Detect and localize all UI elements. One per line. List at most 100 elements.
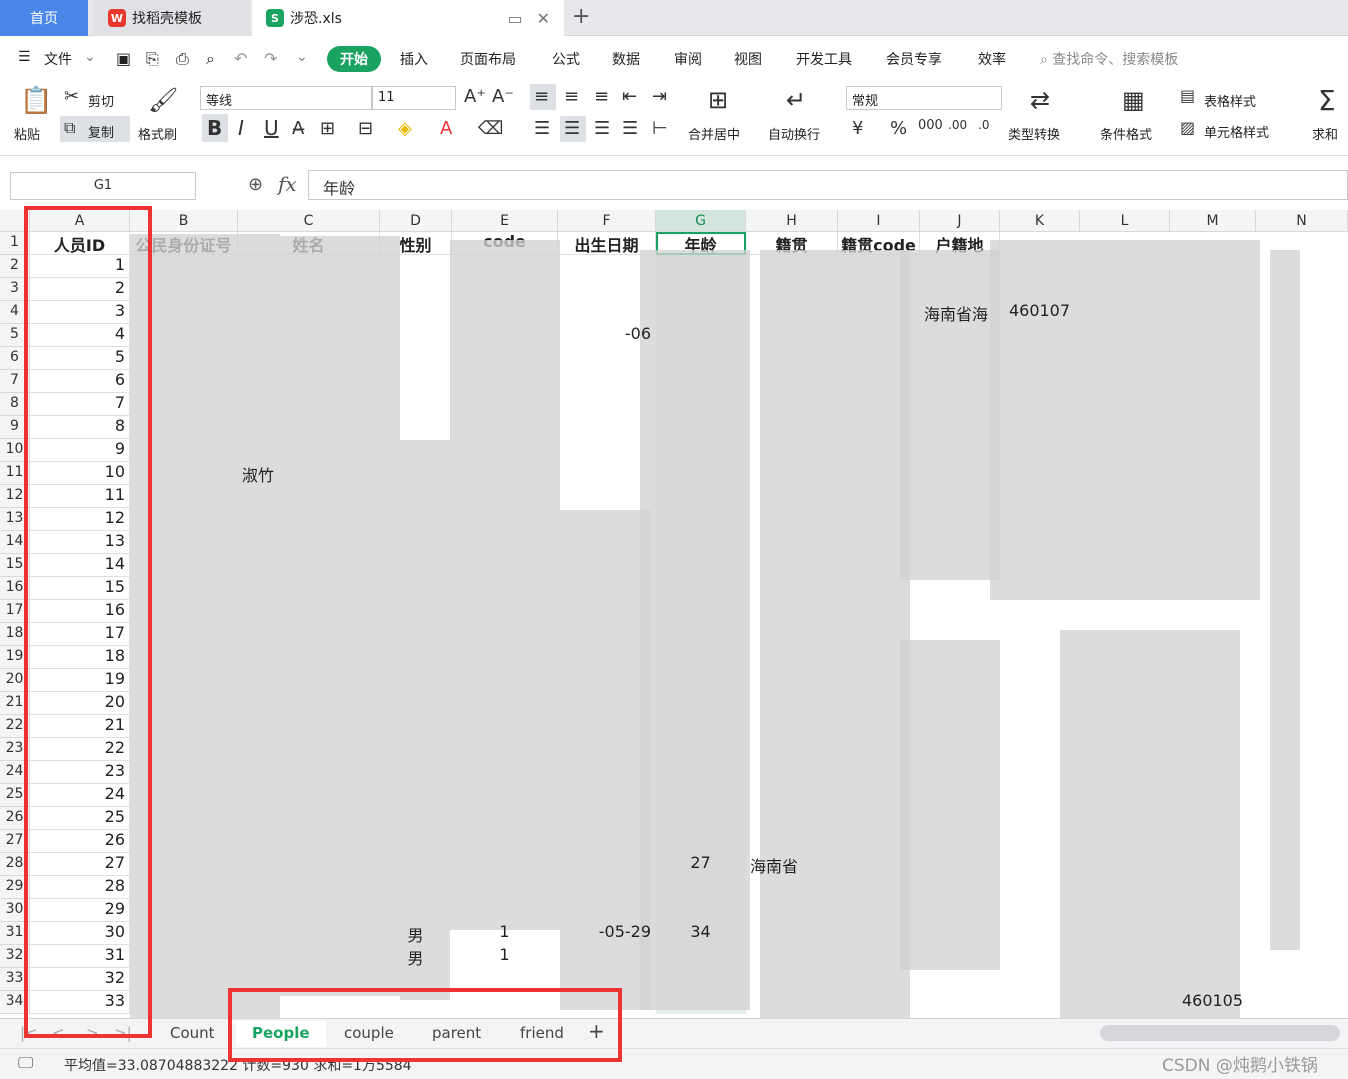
- row-header[interactable]: 32: [0, 945, 30, 968]
- indent-decrease-icon[interactable]: ⇤: [622, 86, 637, 107]
- data-cell[interactable]: 460105: [1170, 991, 1256, 1014]
- table-style-icon[interactable]: ▤: [1180, 86, 1195, 105]
- menu-formula[interactable]: 公式: [552, 49, 580, 69]
- sheet-tab-parent[interactable]: parent: [432, 1024, 481, 1042]
- menu-efficiency[interactable]: 效率: [978, 49, 1006, 69]
- select-all-corner[interactable]: [0, 210, 30, 232]
- menu-review[interactable]: 审阅: [674, 49, 702, 69]
- person-id-cell[interactable]: 29: [30, 899, 130, 922]
- save-icon[interactable]: ▣: [116, 49, 131, 68]
- paste-icon[interactable]: 📋: [20, 86, 52, 116]
- column-header-h[interactable]: H: [746, 210, 838, 232]
- align-middle-icon[interactable]: ≡: [564, 86, 579, 107]
- person-id-cell[interactable]: 19: [30, 669, 130, 692]
- data-cell[interactable]: 1: [452, 945, 558, 968]
- row-header[interactable]: 18: [0, 623, 30, 646]
- row-header[interactable]: 13: [0, 508, 30, 531]
- person-id-cell[interactable]: 13: [30, 531, 130, 554]
- person-id-cell[interactable]: 15: [30, 577, 130, 600]
- bold-button[interactable]: B: [207, 116, 222, 140]
- wrap-text-icon[interactable]: ↵: [786, 86, 806, 114]
- window-restore-icon[interactable]: ▭: [507, 9, 522, 28]
- person-id-cell[interactable]: 12: [30, 508, 130, 531]
- row-header[interactable]: 2: [0, 255, 30, 278]
- font-size-select[interactable]: 11: [372, 86, 456, 110]
- add-sheet-button[interactable]: +: [588, 1019, 605, 1043]
- border-icon[interactable]: ⊞: [320, 118, 335, 139]
- cut-button[interactable]: 剪切: [88, 91, 114, 110]
- column-header-f[interactable]: F: [558, 210, 656, 232]
- chevron-down-icon[interactable]: ⌄: [84, 49, 96, 65]
- sheet-tab-people[interactable]: People: [236, 1021, 326, 1047]
- formula-input[interactable]: 年龄: [308, 170, 1348, 200]
- row-header[interactable]: 15: [0, 554, 30, 577]
- person-id-cell[interactable]: 16: [30, 600, 130, 623]
- font-shrink-icon[interactable]: A⁻: [492, 86, 514, 107]
- redo-icon[interactable]: ↷: [264, 49, 277, 68]
- sheet-tab-couple[interactable]: couple: [344, 1024, 394, 1042]
- row-header[interactable]: 17: [0, 600, 30, 623]
- column-header-c[interactable]: C: [238, 210, 380, 232]
- next-sheet-icon[interactable]: >: [86, 1024, 99, 1042]
- table-style-button[interactable]: 表格样式: [1204, 91, 1256, 110]
- person-id-cell[interactable]: 23: [30, 761, 130, 784]
- format-painter-button[interactable]: 格式刷: [138, 124, 177, 143]
- align-left-icon[interactable]: ☰: [534, 118, 550, 139]
- row-header[interactable]: 4: [0, 301, 30, 324]
- conditional-format-button[interactable]: 条件格式: [1100, 124, 1152, 143]
- align-center-icon[interactable]: ☰: [564, 118, 580, 139]
- row-header[interactable]: 33: [0, 968, 30, 991]
- row-header[interactable]: 20: [0, 669, 30, 692]
- data-cell[interactable]: -06: [558, 324, 656, 347]
- row-header[interactable]: 7: [0, 370, 30, 393]
- row-header[interactable]: 19: [0, 646, 30, 669]
- undo-icon[interactable]: ↶: [234, 49, 247, 68]
- hamburger-icon[interactable]: ☰: [18, 49, 31, 65]
- font-name-select[interactable]: 等线: [200, 86, 372, 110]
- person-id-cell[interactable]: 3: [30, 301, 130, 324]
- person-id-cell[interactable]: 33: [30, 991, 130, 1014]
- column-header-e[interactable]: E: [452, 210, 558, 232]
- row-header[interactable]: 30: [0, 899, 30, 922]
- person-id-cell[interactable]: 32: [30, 968, 130, 991]
- tab-home[interactable]: 首页: [0, 0, 88, 36]
- wrap-text-button[interactable]: 自动换行: [768, 124, 820, 143]
- first-sheet-icon[interactable]: |<: [20, 1024, 38, 1042]
- column-header-l[interactable]: L: [1080, 210, 1170, 232]
- type-convert-icon[interactable]: ⇄: [1030, 86, 1050, 114]
- person-id-cell[interactable]: 14: [30, 554, 130, 577]
- row-header[interactable]: 16: [0, 577, 30, 600]
- horizontal-scrollbar[interactable]: [1100, 1025, 1340, 1041]
- column-header-a[interactable]: A: [30, 210, 130, 232]
- copy-button[interactable]: 复制: [88, 122, 114, 141]
- menu-start[interactable]: 开始: [327, 46, 381, 72]
- cell-style-button[interactable]: 单元格样式: [1204, 122, 1269, 141]
- data-cell[interactable]: 1: [452, 922, 558, 945]
- person-id-cell[interactable]: 31: [30, 945, 130, 968]
- font-color-icon[interactable]: A: [440, 118, 452, 139]
- person-id-cell[interactable]: 4: [30, 324, 130, 347]
- data-cell[interactable]: 海南省: [746, 853, 838, 876]
- menu-data[interactable]: 数据: [612, 49, 640, 69]
- indent-increase-icon[interactable]: ⇥: [652, 86, 667, 107]
- percent-icon[interactable]: %: [890, 118, 907, 139]
- row-header[interactable]: 9: [0, 416, 30, 439]
- new-tab-button[interactable]: +: [572, 4, 590, 29]
- tab-template[interactable]: W 找稻壳模板: [94, 0, 250, 36]
- clear-format-icon[interactable]: ⌫: [478, 118, 503, 139]
- align-right-icon[interactable]: ☰: [594, 118, 610, 139]
- row-header[interactable]: 22: [0, 715, 30, 738]
- print-preview-icon[interactable]: ⌕: [206, 49, 215, 69]
- person-id-cell[interactable]: 6: [30, 370, 130, 393]
- name-box[interactable]: G1: [10, 172, 196, 200]
- person-id-cell[interactable]: 20: [30, 692, 130, 715]
- spreadsheet-grid[interactable]: A B C D E F G H I J K L M N 1 2 3 4 5 6 7 8 9 10 11 12 13 14 15 16 17 1…: [0, 210, 1348, 1018]
- sum-button[interactable]: 求和: [1312, 124, 1338, 143]
- column-header-k[interactable]: K: [1000, 210, 1080, 232]
- row-header[interactable]: 21: [0, 692, 30, 715]
- fill-color-icon[interactable]: ◈: [398, 118, 412, 139]
- data-cell[interactable]: 34: [656, 922, 746, 945]
- monitor-icon[interactable]: 🖵: [18, 1053, 33, 1073]
- row-header[interactable]: 34: [0, 991, 30, 1014]
- menu-page-layout[interactable]: 页面布局: [460, 49, 516, 69]
